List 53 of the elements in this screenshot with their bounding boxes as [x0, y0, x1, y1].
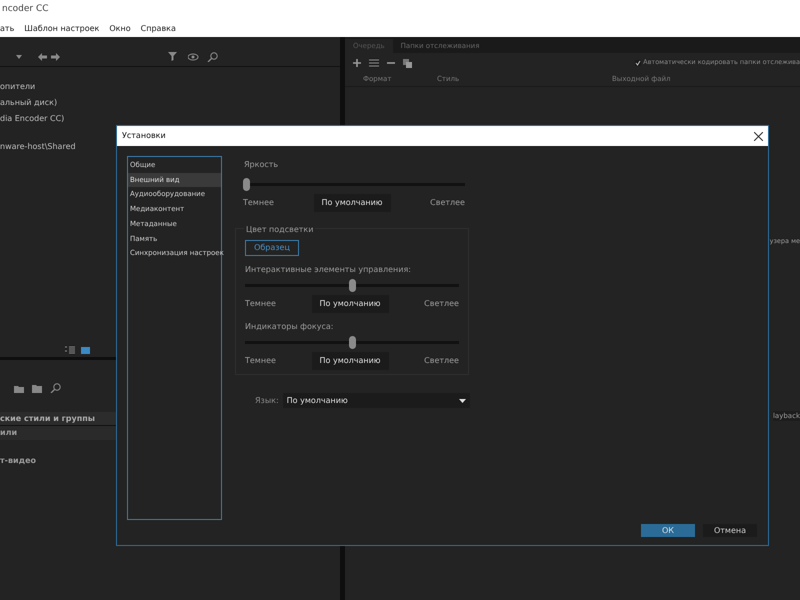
- slider-label: Индикаторы фокуса:: [245, 321, 334, 333]
- tree-item[interactable]: dia Encoder CC): [0, 113, 64, 125]
- slider-min-label: Темнее: [245, 298, 276, 310]
- slider-min-label: Темнее: [245, 355, 276, 367]
- checkbox[interactable]: [635, 60, 642, 66]
- language-label: Язык:: [255, 394, 279, 406]
- slider-max-label: Светлее: [430, 197, 465, 209]
- list-view-icon[interactable]: [65, 346, 75, 354]
- window-title: ncoder CC: [2, 3, 49, 16]
- preset-group-item[interactable]: т-видео: [0, 455, 36, 467]
- filter-icon[interactable]: [168, 52, 178, 61]
- slider[interactable]: [243, 178, 465, 191]
- add-icon[interactable]: [353, 59, 361, 67]
- slider[interactable]: [245, 279, 459, 292]
- duplicate-icon[interactable]: [403, 58, 412, 68]
- slider-thumb[interactable]: [243, 178, 250, 191]
- menu-item[interactable]: Справка: [140, 22, 176, 34]
- default-button[interactable]: По умолчанию: [314, 194, 391, 212]
- slider-max-label: Светлее: [424, 298, 459, 310]
- menu-item[interactable]: Шаблон настроек: [24, 22, 100, 34]
- default-button[interactable]: По умолчанию: [312, 352, 389, 370]
- slider-thumb[interactable]: [348, 336, 356, 349]
- folder-icon[interactable]: [32, 384, 42, 392]
- icon-view-icon[interactable]: [81, 346, 90, 354]
- column-header: ские стили и группы: [0, 412, 96, 424]
- brightness-label: Яркость: [244, 159, 280, 171]
- slider[interactable]: [245, 336, 459, 349]
- default-button[interactable]: По умолчанию: [312, 295, 389, 313]
- preset-group-item[interactable]: или: [0, 427, 18, 439]
- new-folder-icon[interactable]: [14, 384, 24, 392]
- forward-arrow-icon[interactable]: [51, 52, 60, 60]
- search-icon[interactable]: [207, 52, 219, 62]
- eye-icon[interactable]: [188, 52, 199, 60]
- menu-item[interactable]: ать: [0, 22, 14, 34]
- language-dropdown[interactable]: По умолчанию: [282, 393, 470, 408]
- dropdown-arrow-icon[interactable]: [16, 54, 22, 58]
- sample-button[interactable]: Образец: [245, 240, 299, 256]
- tree-item[interactable]: nware-host\Shared: [0, 141, 76, 153]
- ok-button[interactable]: ОК: [641, 524, 695, 537]
- slider-max-label: Светлее: [424, 355, 459, 367]
- search-icon[interactable]: [50, 383, 62, 393]
- group-title: Цвет подсветки: [244, 224, 316, 236]
- slider-min-label: Темнее: [243, 197, 274, 209]
- close-icon[interactable]: [754, 132, 763, 140]
- back-arrow-icon[interactable]: [38, 52, 47, 60]
- slider-thumb[interactable]: [348, 279, 356, 292]
- tree-item[interactable]: альный диск): [0, 97, 58, 109]
- menu-item[interactable]: Окно: [109, 22, 131, 34]
- tree-item[interactable]: опители: [0, 81, 36, 93]
- slider-label: Интерактивные элементы управления:: [245, 264, 412, 276]
- cancel-button[interactable]: Отмена: [703, 524, 757, 537]
- caret-icon: [458, 398, 466, 402]
- dialog-title: Установки: [122, 130, 166, 142]
